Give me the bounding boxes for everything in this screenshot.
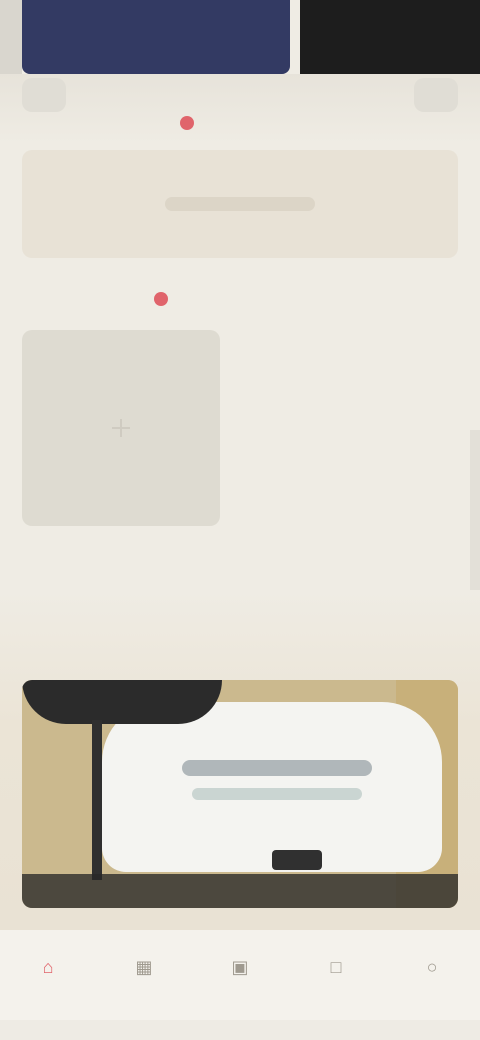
bottom-tab-bar: ⌂ ▦ ▣ □ ○ [0,930,480,1020]
home-icon: ⌂ [42,956,54,977]
top-banner-right[interactable] [300,0,480,74]
product-tile[interactable] [22,330,220,526]
plus-icon [110,417,132,439]
top-banner-left[interactable] [22,0,290,74]
hero-lamp-stem [92,720,102,880]
scroll-edge [470,430,480,600]
banner-shadow [0,74,480,144]
promo-card[interactable] [22,150,458,258]
category-icon: ▦ [135,956,153,977]
tab-cart[interactable]: ▣ [205,954,275,986]
tab-home[interactable]: ⌂ [13,954,83,986]
tab-message[interactable]: □ [301,954,371,986]
hero-side-table [272,850,322,870]
products-section-header [22,292,168,306]
tab-category[interactable]: ▦ [109,954,179,986]
hero-subline [192,788,362,800]
promo-section-header [22,116,194,130]
hero-lamp [22,680,222,724]
tab-profile[interactable]: ○ [397,954,467,986]
menu-button[interactable] [414,78,458,112]
products-badge [154,292,168,306]
promo-badge [180,116,194,130]
hero-headline [182,760,372,776]
promo-card-text [165,197,315,211]
banner-edge [0,0,22,74]
home-indicator [0,1020,480,1040]
featured-hero-image[interactable] [22,680,458,908]
message-icon: □ [330,956,342,977]
cart-icon: ▣ [231,956,249,977]
profile-icon: ○ [426,956,438,977]
back-button[interactable] [22,78,66,112]
hero-sofa [102,702,442,872]
hero-caption [22,874,458,908]
